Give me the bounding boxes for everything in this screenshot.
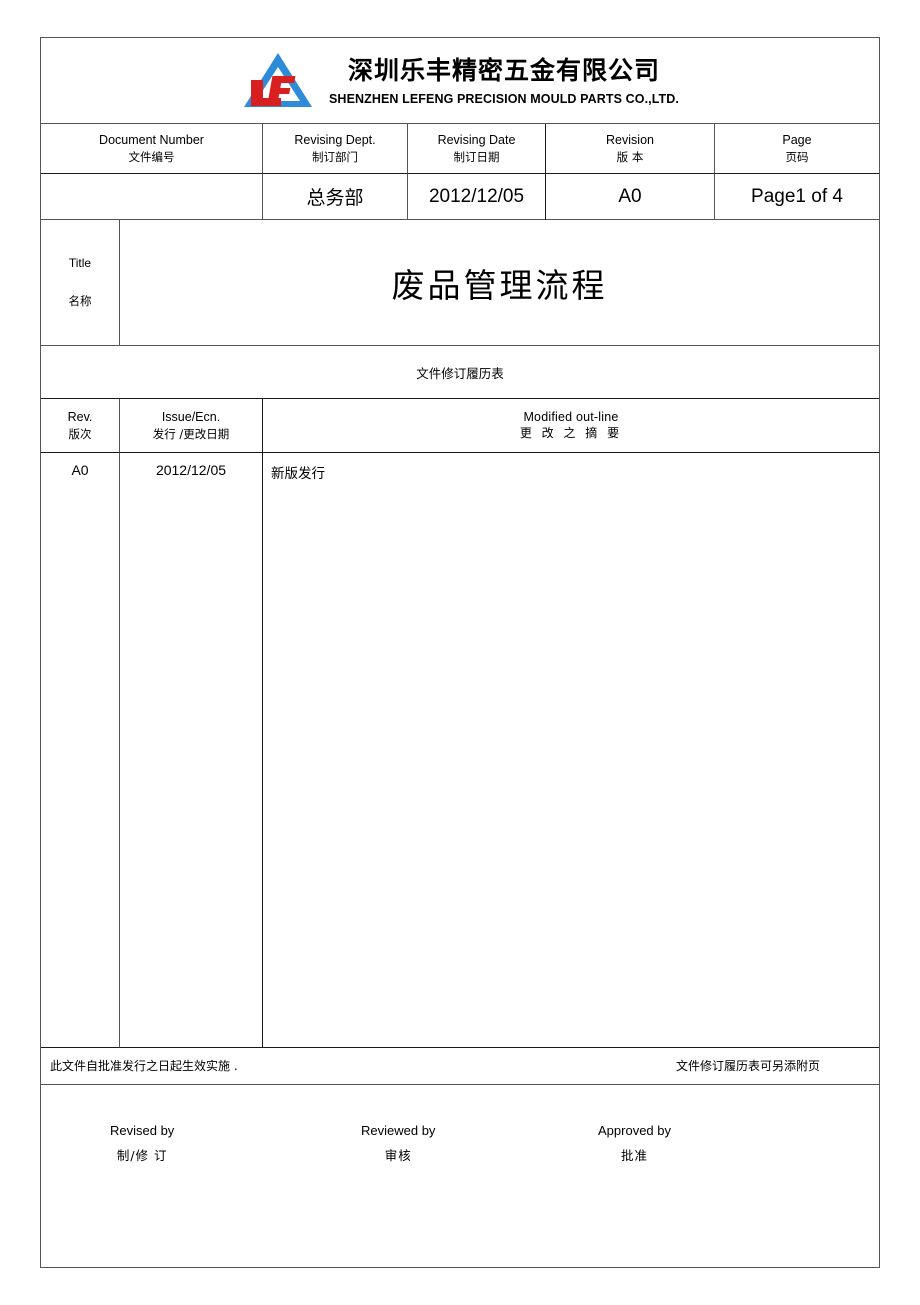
page-title: 废品管理流程 — [391, 265, 608, 305]
history-header-modified-outline: Modified out-line 更 改 之 摘 要 — [263, 399, 879, 453]
history-cell-rev: A0 — [41, 453, 120, 1048]
history-header-issue-ecn: Issue/Ecn. 发行 /更改日期 — [120, 399, 263, 453]
history-cell-outline: 新版发行 — [263, 453, 879, 1048]
footnote-row: 此文件自批准发行之日起生效实施 . 文件修订履历表可另添附页 — [41, 1048, 879, 1085]
document-page: 深圳乐丰精密五金有限公司 SHENZHEN LEFENG PRECISION M… — [0, 0, 920, 1305]
doc-header-label-revising-dept: Revising Dept. 制订部门 — [263, 124, 408, 174]
letterhead-banner: 深圳乐丰精密五金有限公司 SHENZHEN LEFENG PRECISION M… — [41, 38, 879, 124]
doc-header-label-document-number: Document Number 文件编号 — [41, 124, 263, 174]
company-name-en: SHENZHEN LEFENG PRECISION MOULD PARTS CO… — [329, 91, 679, 106]
signature-block-revised-by: Revised by 制/修 订 — [110, 1123, 175, 1163]
doc-header-value-document-number — [41, 174, 263, 220]
signature-block-approved-by: Approved by 批准 — [598, 1123, 671, 1163]
lefeng-triangle-logo-icon — [241, 50, 315, 112]
title-band-row: Title 名称 废品管理流程 — [41, 220, 879, 346]
doc-header-value-revision: A0 — [546, 174, 715, 220]
history-header-rev: Rev. 版次 — [41, 399, 120, 453]
document-frame: 深圳乐丰精密五金有限公司 SHENZHEN LEFENG PRECISION M… — [40, 37, 880, 1268]
doc-header-label-revision: Revision 版 本 — [546, 124, 715, 174]
title-label-en: Title — [68, 256, 92, 271]
doc-header-label-revising-date: Revising Date 制订日期 — [408, 124, 546, 174]
revision-history-caption-row: 文件修订履历表 — [41, 346, 879, 399]
doc-header-value-revising-dept: 总务部 — [263, 174, 408, 220]
doc-header-value-page: Page1 of 4 — [715, 174, 879, 220]
table-row: A0 2012/12/05 新版发行 — [41, 453, 879, 1048]
revision-history-caption: 文件修订履历表 — [41, 346, 879, 399]
signature-band: Revised by 制/修 订 Reviewed by 审核 Approved… — [41, 1085, 879, 1245]
revision-history-header-row: Rev. 版次 Issue/Ecn. 发行 /更改日期 Modified out… — [41, 399, 879, 453]
doc-header-label-row: Document Number 文件编号 Revising Dept. 制订部门… — [41, 124, 879, 174]
doc-header-label-page: Page 页码 — [715, 124, 879, 174]
footnote-right-text: 文件修订履历表可另添附页 — [675, 1059, 820, 1073]
company-name-cn: 深圳乐丰精密五金有限公司 — [347, 55, 660, 85]
history-cell-date: 2012/12/05 — [120, 453, 263, 1048]
title-label-cn: 名称 — [68, 294, 92, 309]
footnote-left-text: 此文件自批准发行之日起生效实施 . — [50, 1059, 238, 1073]
signature-block-reviewed-by: Reviewed by 审核 — [361, 1123, 436, 1163]
doc-header-value-row: 总务部 2012/12/05 A0 Page1 of 4 — [41, 174, 879, 220]
doc-header-value-revising-date: 2012/12/05 — [408, 174, 546, 220]
title-label-cell: Title 名称 — [41, 220, 120, 346]
document-title-cell: 废品管理流程 — [120, 220, 879, 346]
